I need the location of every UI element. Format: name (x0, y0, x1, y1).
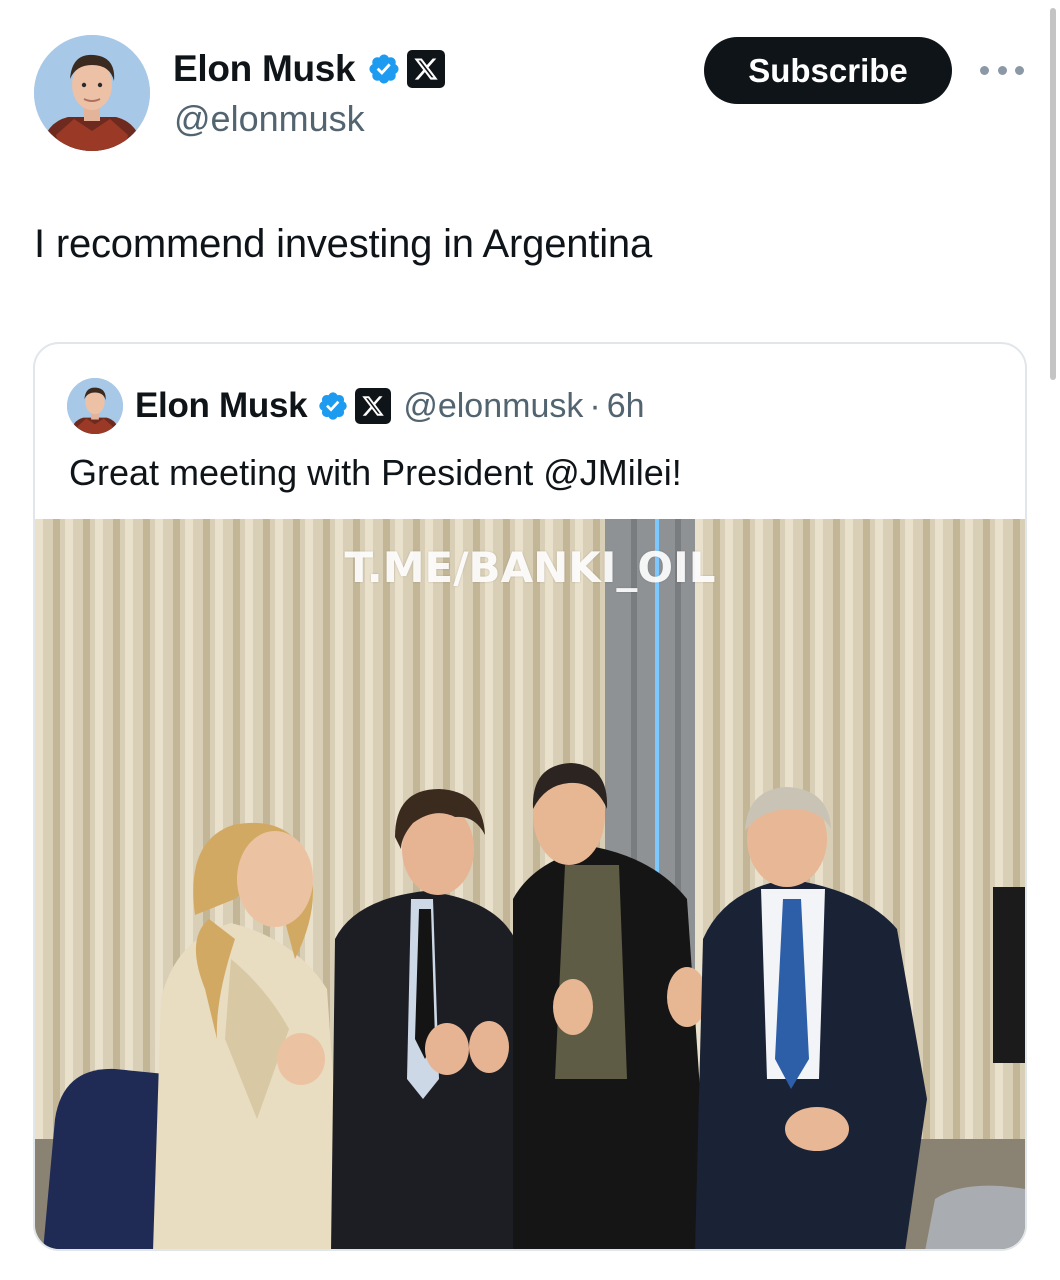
verified-badge-icon[interactable] (367, 52, 401, 86)
tweet-page: Elon Musk @elonmusk Subscribe I recommen… (0, 0, 1060, 1280)
more-dot (1015, 65, 1024, 75)
author-name-row: Elon Musk (173, 46, 446, 92)
quoted-timestamp[interactable]: 6h (607, 387, 645, 426)
quoted-author-handle[interactable]: @elonmusk (403, 387, 583, 426)
subscribe-button[interactable]: Subscribe (704, 37, 952, 104)
author-display-name[interactable]: Elon Musk (173, 48, 356, 90)
quoted-x-glyph (362, 396, 385, 416)
x-glyph (414, 58, 439, 80)
quoted-tweet-text: Great meeting with President @JMilei! (69, 452, 682, 493)
quoted-x-logo-icon[interactable] (355, 388, 392, 424)
tweet-text: I recommend investing in Argentina (34, 222, 652, 266)
more-dot (980, 65, 989, 75)
more-dot (997, 65, 1007, 75)
photo-watermark: T.ME/BANKI_OIL (344, 543, 716, 592)
quoted-tweet-card[interactable]: Elon Musk @elonmusk · 6h Great meeting w… (33, 342, 1027, 1251)
avatar-image (34, 35, 150, 151)
quoted-avatar-image (67, 378, 123, 434)
author-avatar[interactable] (34, 35, 150, 151)
quoted-author-avatar[interactable] (67, 378, 123, 434)
quoted-tweet-header: Elon Musk @elonmusk · 6h (67, 378, 645, 434)
quoted-author-name[interactable]: Elon Musk (135, 386, 308, 426)
scrollbar-track[interactable] (1046, 0, 1060, 1280)
separator-dot: · (589, 386, 601, 425)
quoted-tweet-photo[interactable]: T.ME/BANKI_OIL (35, 519, 1025, 1249)
more-options-icon[interactable] (980, 60, 1024, 80)
photo-illustration (35, 519, 1025, 1249)
quoted-verified-badge-icon[interactable] (317, 390, 349, 422)
scrollbar-thumb[interactable] (1050, 8, 1056, 380)
x-logo-icon[interactable] (407, 50, 446, 88)
author-handle[interactable]: @elonmusk (174, 98, 365, 140)
tv-screen (993, 887, 1025, 1063)
